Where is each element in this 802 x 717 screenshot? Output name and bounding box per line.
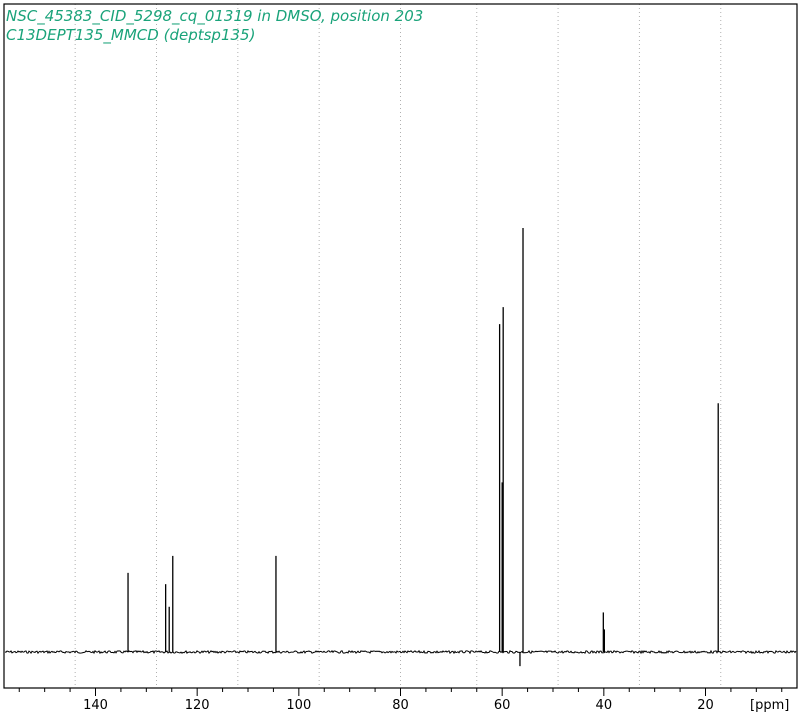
- x-tick-label: 20: [697, 698, 714, 713]
- spectrum-title-line-1: NSC_45383_CID_5298_cq_01319 in DMSO, pos…: [6, 7, 423, 26]
- plot-border: [3, 3, 798, 689]
- x-tick-label: 60: [494, 698, 511, 713]
- x-tick-label: 140: [83, 698, 108, 713]
- grid-lines: [74, 4, 722, 688]
- x-axis-unit-label: [ppm]: [750, 698, 789, 713]
- x-tick-label: 100: [286, 698, 311, 713]
- plot-frame: [3, 3, 798, 689]
- x-tick-label: 80: [392, 698, 409, 713]
- x-axis-ticks: 140 120 100 80 60 40 20: [18, 688, 783, 713]
- spectrum-title-line-2: C13DEPT135_MMCD (deptsp135): [6, 26, 255, 45]
- x-tick-label: 120: [185, 698, 210, 713]
- nmr-spectrum-plot: 140 120 100 80 60 40 20 NSC_45383_CID_5298_cq_…: [3, 3, 798, 713]
- x-tick-label: 40: [596, 698, 613, 713]
